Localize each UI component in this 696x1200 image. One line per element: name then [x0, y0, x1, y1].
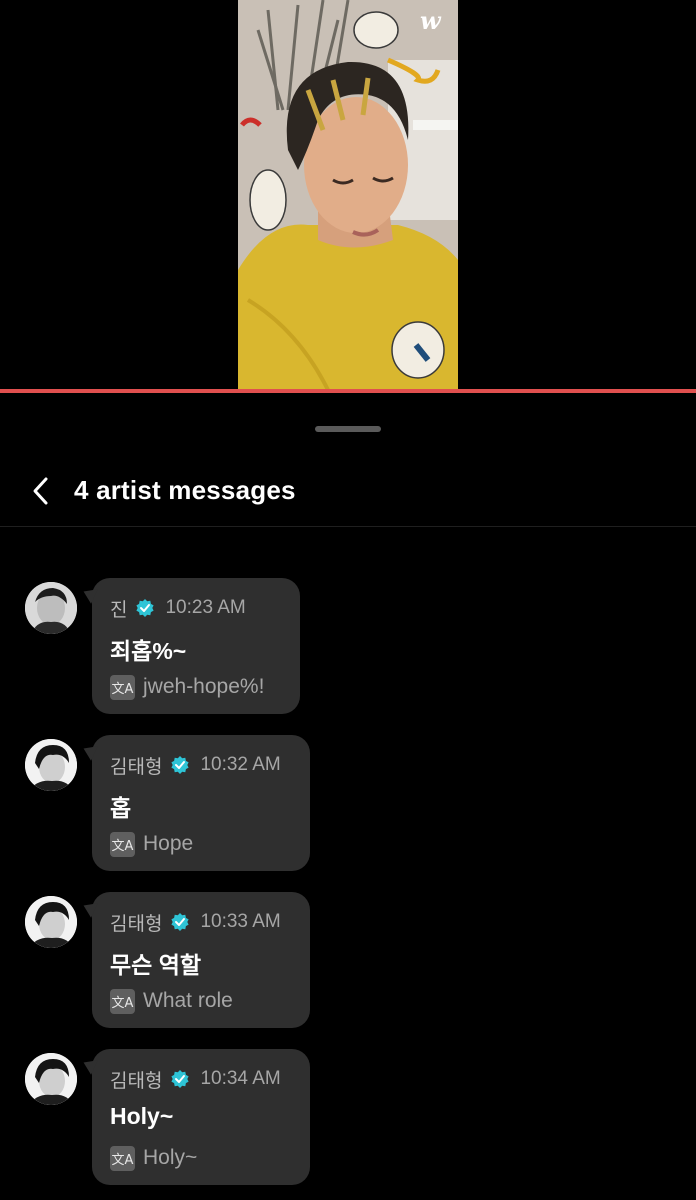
translate-icon: 文A — [110, 1145, 135, 1171]
message-text: 죄홉%~ — [110, 638, 187, 664]
message-bubble[interactable]: 김태형 10:33 AM 무슨 역할 文A What role — [92, 892, 310, 1028]
verified-badge-icon — [171, 756, 190, 774]
verified-badge-icon — [136, 599, 155, 617]
message-text: 무슨 역할 — [110, 952, 202, 978]
translate-icon: 文A — [110, 831, 135, 857]
message-item: 김태형 10:32 AM 홉 文A Hope — [0, 735, 696, 875]
message-bubble[interactable]: 진 10:23 AM 죄홉%~ 文A jweh-hope%! — [92, 578, 300, 714]
message-text: Holy~ — [110, 1103, 174, 1129]
artist-avatar-taehyung — [25, 739, 77, 791]
translation-row[interactable]: 文A Hope — [110, 829, 290, 859]
artist-avatar-taehyung — [25, 1053, 77, 1105]
messages-sheet: 4 artist messages 진 10:23 AM 죄홉%~ 文A jwe… — [0, 393, 696, 1200]
video-player[interactable]: w — [0, 0, 696, 390]
video-watermark: w — [420, 6, 441, 35]
sheet-header: 4 artist messages — [0, 461, 696, 527]
translate-icon: 文A — [110, 988, 135, 1014]
avatar[interactable] — [25, 896, 77, 948]
message-time: 10:32 AM — [200, 754, 281, 775]
avatar[interactable] — [25, 1053, 77, 1105]
message-bubble[interactable]: 김태형 10:34 AM Holy~ 文A Holy~ — [92, 1049, 310, 1185]
artist-avatar-taehyung — [25, 896, 77, 948]
translation-row[interactable]: 文A Holy~ — [110, 1143, 290, 1173]
video-scene-image — [238, 0, 458, 390]
sheet-drag-handle[interactable] — [315, 426, 381, 432]
verified-badge-icon — [171, 1070, 190, 1088]
translation-text: Holy~ — [143, 1146, 198, 1169]
avatar[interactable] — [25, 739, 77, 791]
translation-text: jweh-hope%! — [143, 675, 265, 698]
message-time: 10:23 AM — [165, 597, 246, 618]
artist-avatar-jin — [25, 582, 77, 634]
message-item: 김태형 10:33 AM 무슨 역할 文A What role — [0, 892, 696, 1032]
verified-badge-icon — [171, 913, 190, 931]
avatar[interactable] — [25, 582, 77, 634]
translation-text: Hope — [143, 832, 194, 855]
sender-name: 김태형 — [110, 1070, 163, 1092]
header-divider — [0, 526, 696, 527]
message-text: 홉 — [110, 795, 132, 821]
sender-name: 김태형 — [110, 756, 163, 778]
message-item: 진 10:23 AM 죄홉%~ 文A jweh-hope%! — [0, 578, 696, 718]
back-button[interactable] — [22, 473, 58, 509]
message-time: 10:34 AM — [200, 1068, 281, 1089]
translation-text: What role — [143, 989, 233, 1012]
sender-name: 진 — [110, 599, 128, 621]
live-stream-screen: w 4 artist messages 진 10:23 AM 죄홉%~ 文A j… — [0, 0, 696, 1200]
translate-icon: 文A — [110, 674, 135, 700]
message-time: 10:33 AM — [200, 911, 281, 932]
sender-name: 김태형 — [110, 913, 163, 935]
message-bubble[interactable]: 김태형 10:32 AM 홉 文A Hope — [92, 735, 310, 871]
page-title: 4 artist messages — [74, 475, 296, 505]
message-item: 김태형 10:34 AM Holy~ 文A Holy~ — [0, 1049, 696, 1189]
translation-row[interactable]: 文A What role — [110, 986, 290, 1016]
video-frame — [238, 0, 458, 390]
chevron-left-icon — [33, 477, 48, 505]
translation-row[interactable]: 文A jweh-hope%! — [110, 672, 280, 702]
